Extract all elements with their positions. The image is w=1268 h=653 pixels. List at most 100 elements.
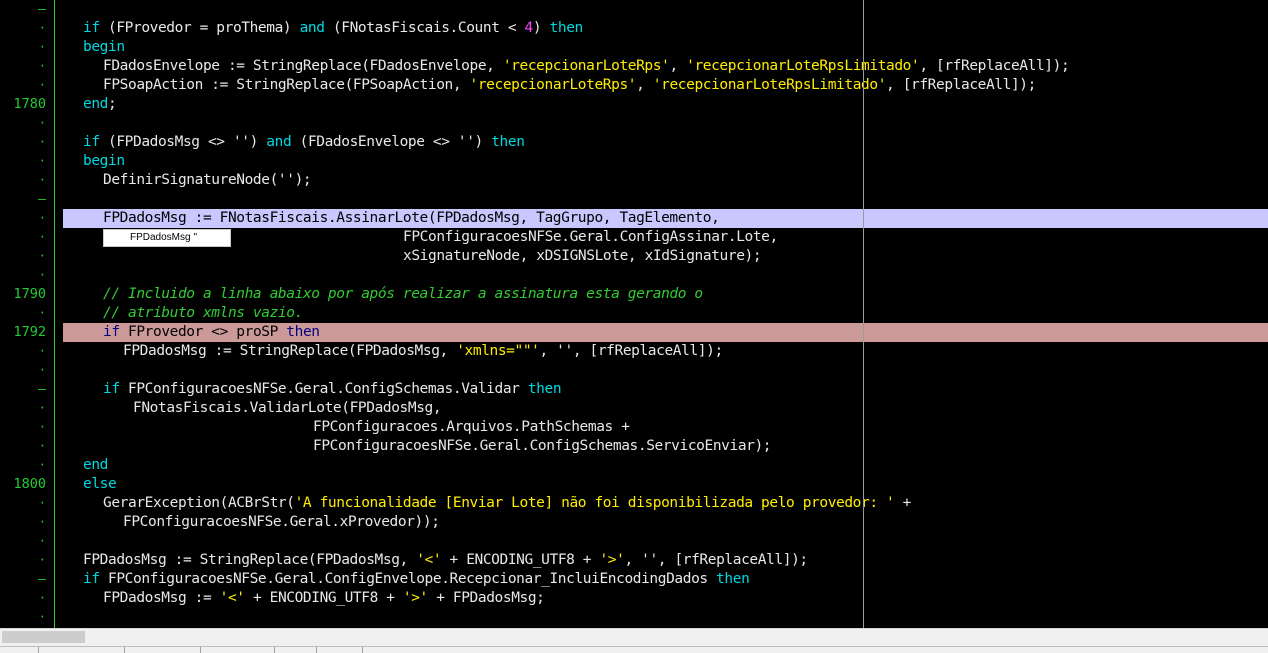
code-line[interactable]: · [0, 114, 1268, 133]
status-segment [202, 647, 275, 653]
code-line[interactable]: · GerarException(ACBrStr('A funcionalidad… [0, 494, 1268, 513]
code-token: FNotasFiscais.ValidarLote(FPDadosMsg, [133, 400, 442, 416]
line-marker: · [38, 420, 46, 434]
code-line[interactable]: · if (FPDadosMsg <> '') and (FDadosEnvelo… [0, 133, 1268, 152]
code-line[interactable]: · FPDadosMsg := '<' + ENCODING_UTF8 + '>'… [0, 589, 1268, 608]
code-token: GerarException(ACBrStr( [103, 495, 295, 511]
code-line[interactable]: · // atributo xmlns vazio. [0, 304, 1268, 323]
code-token: 4 [524, 20, 534, 36]
code-line[interactable]: · FDadosEnvelope := StringReplace(FDadosE… [0, 57, 1268, 76]
code-line[interactable]: · FPConfiguracoesNFSe.Geral.xProvedor)); [0, 513, 1268, 532]
execution-point-line: FPDadosMsg := FNotasFiscais.AssinarLote(… [63, 209, 1268, 228]
code-token: then [491, 134, 525, 150]
line-marker: · [38, 40, 46, 54]
code-text: if (FProvedor = proThema) and (FNotasFis… [63, 19, 1268, 38]
code-line[interactable]: – if FPConfiguracoesNFSe.Geral.ConfigSche… [0, 380, 1268, 399]
code-token: 'A funcionalidade [Enviar Lote] não foi … [294, 495, 895, 511]
code-token: FPDadosMsg := [103, 590, 220, 606]
code-token: and [299, 20, 325, 36]
code-line[interactable]: · FPSoapAction := StringReplace(FPSoapAct… [0, 76, 1268, 95]
line-marker: · [38, 249, 46, 263]
code-text: FPConfiguracoesNFSe.Geral.ConfigSchemas.… [63, 437, 1268, 456]
code-line[interactable]: · xSignatureNode, xDSIGNSLote, xIdSignatu… [0, 247, 1268, 266]
line-marker: · [38, 458, 46, 472]
code-line[interactable]: · end [0, 456, 1268, 475]
code-line[interactable]: · FPDadosMsg := FNotasFiscais.AssinarLote… [0, 209, 1268, 228]
code-line[interactable]: – if FPConfiguracoesNFSe.Geral.ConfigEnve… [0, 570, 1268, 589]
code-token: else [83, 476, 117, 492]
line-marker: · [38, 78, 46, 92]
code-token: , [636, 77, 653, 93]
code-line[interactable]: 1780 end; [0, 95, 1268, 114]
code-token: + FPDadosMsg; [427, 590, 545, 606]
code-line[interactable]: · [0, 266, 1268, 285]
code-token: if [103, 381, 120, 397]
code-token: 'recepcionarLoteRps' [469, 77, 637, 93]
line-number: 1790 [13, 286, 46, 302]
code-token: FPDadosMsg := FNotasFiscais.AssinarLote(… [103, 210, 720, 226]
line-marker: · [38, 515, 46, 529]
code-token: FDadosEnvelope := StringReplace(FDadosEn… [103, 58, 503, 74]
code-token: then [286, 324, 320, 340]
code-line[interactable]: – [0, 0, 1268, 19]
code-token: (FProvedor = proThema) [99, 20, 300, 36]
status-segment [0, 647, 39, 653]
code-token: , '', [rfReplaceAll]); [624, 552, 808, 568]
code-token: '>' [599, 552, 625, 568]
code-line[interactable]: · FNotasFiscais.ValidarLote(FPDadosMsg, [0, 399, 1268, 418]
code-token: '<' [416, 552, 442, 568]
code-line[interactable]: 1792 if FProvedor <> proSP then [0, 323, 1268, 342]
code-token: end [83, 96, 108, 112]
horizontal-scrollbar[interactable] [0, 628, 1268, 646]
code-line[interactable]: · FPDadosMsg := StringReplace(FPDadosMsg,… [0, 342, 1268, 361]
code-line[interactable]: · begin [0, 38, 1268, 57]
code-token: if [83, 134, 100, 150]
code-line[interactable]: · DefinirSignatureNode(''); [0, 171, 1268, 190]
line-marker: · [38, 59, 46, 73]
line-marker: · [38, 553, 46, 567]
code-text: // Incluido a linha abaixo por após real… [63, 285, 1268, 304]
code-text: FDadosEnvelope := StringReplace(FDadosEn… [63, 57, 1268, 76]
code-token: if [83, 20, 100, 36]
code-text: GerarException(ACBrStr('A funcionalidade… [63, 494, 1268, 513]
code-token: 'recepcionarLoteRpsLimitado' [686, 58, 920, 74]
code-editor[interactable]: – · if (FProvedor = proThema) and (FNotasF… [0, 0, 1268, 628]
code-text: if FPConfiguracoesNFSe.Geral.ConfigEnvel… [63, 570, 1268, 589]
code-token: + ENCODING_UTF8 + [441, 552, 600, 568]
status-segment [276, 647, 317, 653]
line-number: 1792 [13, 324, 46, 340]
code-token: '>' [402, 590, 428, 606]
code-line[interactable]: · begin [0, 152, 1268, 171]
code-token: ; [108, 96, 117, 112]
code-text: FPDadosMsg := StringReplace(FPDadosMsg, … [63, 342, 1268, 361]
code-line[interactable]: – [0, 190, 1268, 209]
line-marker: – [38, 2, 46, 17]
code-line[interactable]: 1800 else [0, 475, 1268, 494]
code-line[interactable]: 1790 // Incluido a linha abaixo por após … [0, 285, 1268, 304]
line-marker: · [38, 211, 46, 225]
code-token: FPConfiguracoesNFSe.Geral.ConfigEnvelope… [99, 571, 717, 587]
line-marker: – [38, 192, 46, 207]
line-marker: · [38, 135, 46, 149]
code-line[interactable]: · [0, 361, 1268, 380]
line-marker: · [38, 21, 46, 35]
code-line[interactable]: · FPConfiguracoes.Arquivos.PathSchemas + [0, 418, 1268, 437]
status-segment [126, 647, 201, 653]
tooltip-variable-name: FPDadosMsg [130, 232, 191, 243]
tooltip-variable-value: '' [193, 232, 198, 243]
code-line[interactable]: · [0, 608, 1268, 627]
code-text: FPConfiguracoes.Arquivos.PathSchemas + [63, 418, 1268, 437]
code-line[interactable]: · if (FProvedor = proThema) and (FNotasFi… [0, 19, 1268, 38]
code-line[interactable]: · FPConfiguracoesNFSe.Geral.ConfigSchemas… [0, 437, 1268, 456]
status-segment [40, 647, 125, 653]
line-marker: · [38, 230, 46, 244]
code-line[interactable]: · FPDadosMsg := StringReplace(FPDadosMsg,… [0, 551, 1268, 570]
code-token: end [83, 457, 108, 473]
code-line[interactable]: · [0, 532, 1268, 551]
scrollbar-thumb[interactable] [2, 631, 85, 643]
code-token: if [83, 571, 100, 587]
